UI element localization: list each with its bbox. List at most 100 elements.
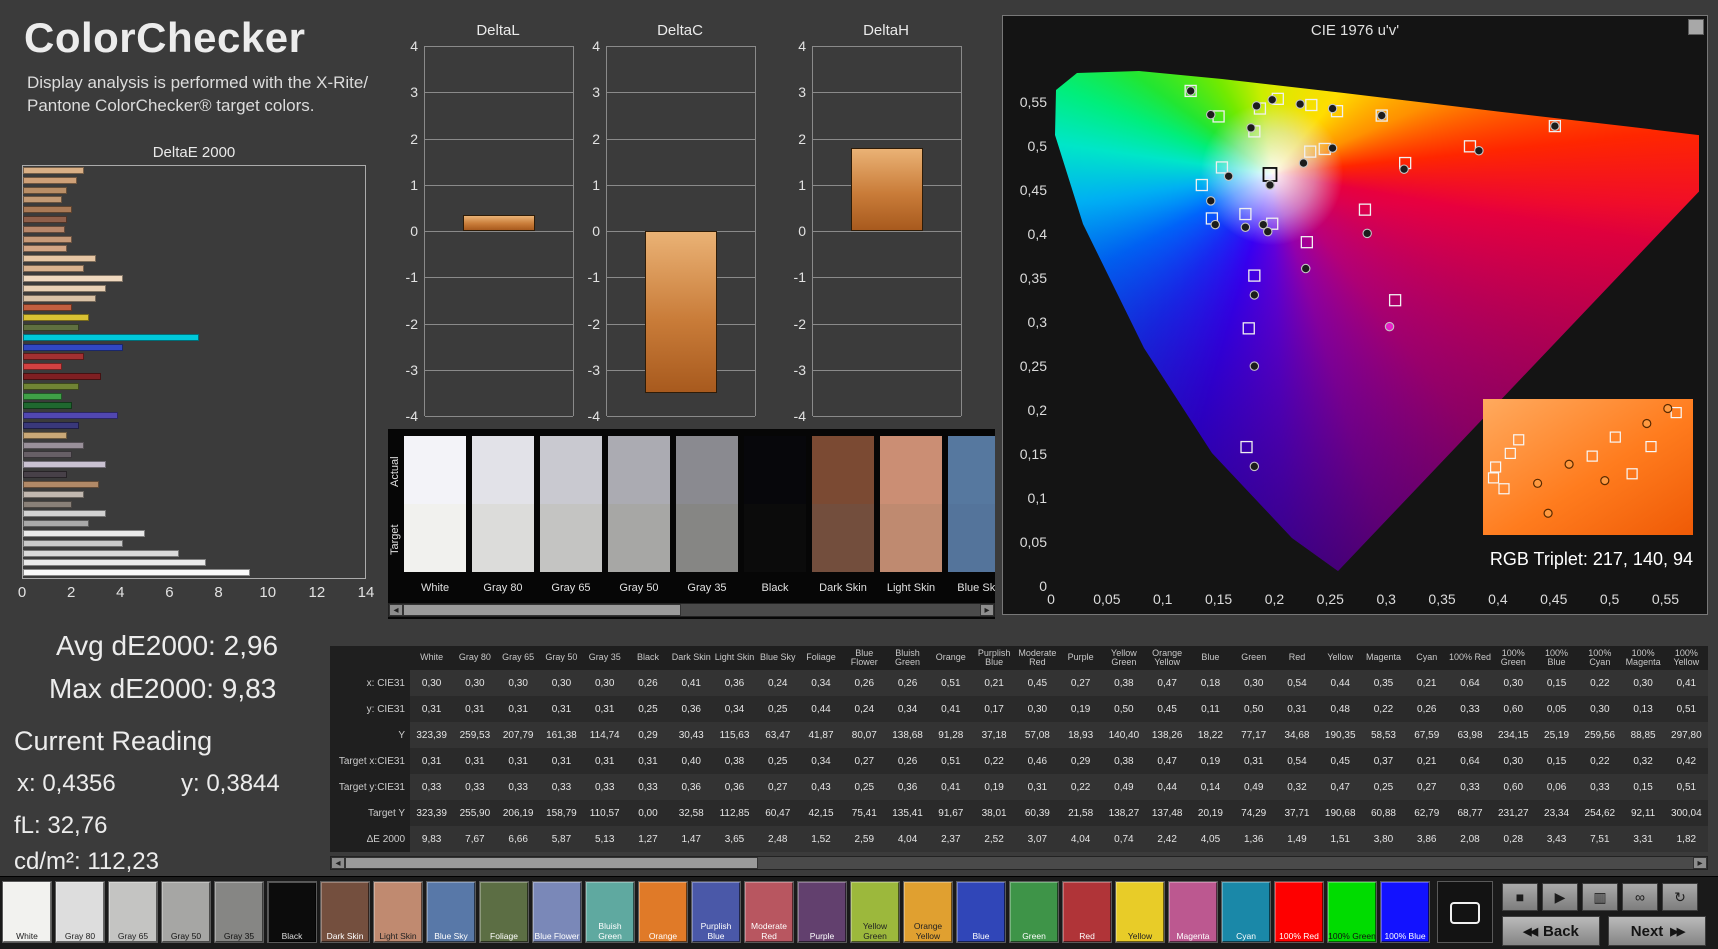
toolbar-patch-100-green[interactable]: 100% Green xyxy=(1327,881,1377,943)
toolbar-patch-gray-35[interactable]: Gray 35 xyxy=(214,881,264,943)
scroll-right-icon[interactable]: ▸ xyxy=(1693,857,1707,869)
table-cell: 3,65 xyxy=(712,826,757,852)
table-cell: 0,15 xyxy=(1534,670,1579,696)
table-cell: 0,45 xyxy=(1145,696,1189,722)
toolbar-patch-blue-sky[interactable]: Blue Sky xyxy=(426,881,476,943)
axis-tick-label: 3 xyxy=(592,84,600,101)
pattern-button[interactable]: ▥ xyxy=(1582,883,1618,911)
table-cell: 0,36 xyxy=(885,774,930,800)
table-cell: 91,67 xyxy=(929,800,973,826)
toolbar-patch-bluish-green[interactable]: Bluish Green xyxy=(585,881,635,943)
toolbar-patch-gray-50[interactable]: Gray 50 xyxy=(161,881,211,943)
target-point xyxy=(1242,322,1255,335)
column-header: Gray 65 xyxy=(496,646,540,670)
toolbar-patch-100-blue[interactable]: 100% Blue xyxy=(1380,881,1430,943)
table-cell: 0,54 xyxy=(1275,670,1319,696)
table-cell: 3,86 xyxy=(1405,826,1449,852)
toolbar-patch-red[interactable]: Red xyxy=(1062,881,1112,943)
actual-swatch xyxy=(472,436,534,504)
toolbar-patch-blue-flower[interactable]: Blue Flower xyxy=(532,881,582,943)
deltae-bar xyxy=(23,392,63,400)
table-cell: 0,31 xyxy=(410,748,454,774)
column-header: Purplish Blue xyxy=(972,646,1016,670)
swatch-label: Gray 65 xyxy=(551,582,591,594)
table-cell: 0,51 xyxy=(929,748,973,774)
toolbar-patch-moderate-red[interactable]: Moderate Red xyxy=(744,881,794,943)
refresh-button[interactable]: ↻ xyxy=(1662,883,1698,911)
target-point xyxy=(1263,168,1277,181)
toolbar-patch-gray-80[interactable]: Gray 80 xyxy=(55,881,105,943)
toolbar-patch-100-red[interactable]: 100% Red xyxy=(1274,881,1324,943)
target-point xyxy=(1358,203,1372,216)
table-cell: 2,52 xyxy=(972,826,1016,852)
target-point xyxy=(1388,294,1402,307)
stop-icon: ■ xyxy=(1515,889,1525,905)
column-header: Yellow Green xyxy=(1102,646,1146,670)
back-button[interactable]: ◀◀ Back xyxy=(1502,916,1600,946)
row-label: Y xyxy=(330,722,410,748)
toolbar-patch-label: Cyan xyxy=(1236,930,1256,941)
toolbar-patch-blue[interactable]: Blue xyxy=(956,881,1006,943)
table-cell: 25,19 xyxy=(1534,722,1579,748)
toolbar-patch-purplish-blue[interactable]: Purplish Blue xyxy=(691,881,741,943)
measured-point xyxy=(1223,171,1234,181)
table-cell: 259,56 xyxy=(1578,722,1622,748)
current-target-point xyxy=(1262,167,1278,182)
toolbar-patch-dark-skin[interactable]: Dark Skin xyxy=(320,881,370,943)
table-cell: 110,57 xyxy=(583,800,627,826)
infinity-button[interactable]: ∞ xyxy=(1622,883,1658,911)
page-subtitle: Display analysis is performed with the X… xyxy=(27,72,368,118)
toolbar-patch-yellow[interactable]: Yellow xyxy=(1115,881,1165,943)
gridline xyxy=(425,323,573,325)
deltae-bar xyxy=(23,412,119,420)
swatch-label: Light Skin xyxy=(886,582,936,594)
scroll-thumb[interactable] xyxy=(345,857,758,869)
column-header: 100% Blue xyxy=(1534,646,1579,670)
table-cell: 0,36 xyxy=(669,696,713,722)
table-cell: 18,93 xyxy=(1058,722,1103,748)
toolbar-patch-cyan[interactable]: Cyan xyxy=(1221,881,1271,943)
table-cell: 0,31 xyxy=(1015,774,1059,800)
toolbar-patch-magenta[interactable]: Magenta xyxy=(1168,881,1218,943)
toolbar-patch-purple[interactable]: Purple xyxy=(797,881,847,943)
table-cell: 0,26 xyxy=(885,670,930,696)
axis-tick-label: 0,4 xyxy=(1027,226,1047,243)
deltae-bar xyxy=(23,225,65,233)
stop-button[interactable]: ■ xyxy=(1502,883,1538,911)
table-cell: 161,38 xyxy=(539,722,584,748)
next-button[interactable]: Next ▶▶ xyxy=(1608,916,1706,946)
toolbar-patch-black[interactable]: Black xyxy=(267,881,317,943)
toolbar-patch-orange-yellow[interactable]: Orange Yellow xyxy=(903,881,953,943)
toolbar-patch-green[interactable]: Green xyxy=(1009,881,1059,943)
toolbar-patch-label: Dark Skin xyxy=(326,930,364,941)
toolbar-patch-white[interactable]: White xyxy=(2,881,52,943)
table-cell: 7,67 xyxy=(453,826,497,852)
scroll-left-icon[interactable]: ◂ xyxy=(331,857,345,869)
toolbar-patch-gray-65[interactable]: Gray 65 xyxy=(108,881,158,943)
toolbar-patch-foliage[interactable]: Foliage xyxy=(479,881,529,943)
table-cell: 0,22 xyxy=(1578,748,1622,774)
axis-tick-label: 0,55 xyxy=(1651,591,1680,607)
swatch-scrollbar[interactable]: ◂ ▸ xyxy=(388,603,995,617)
table-cell: 2,59 xyxy=(842,826,886,852)
toolbar-patch-light-skin[interactable]: Light Skin xyxy=(373,881,423,943)
deltae-bar xyxy=(23,382,80,390)
display-pattern-button[interactable] xyxy=(1437,881,1493,943)
toolbar-patch-label: 100% Blue xyxy=(1384,930,1426,941)
table-cell: 0,22 xyxy=(972,748,1016,774)
scroll-thumb[interactable] xyxy=(403,604,682,616)
play-button[interactable]: ▶ xyxy=(1542,883,1578,911)
table-scrollbar[interactable]: ◂ ▸ xyxy=(330,856,1708,870)
table-cell: 0,18 xyxy=(1188,670,1233,696)
scroll-left-icon[interactable]: ◂ xyxy=(389,604,403,616)
cie-panel: CIE 1976 u'v' RGB Triplet: 217, 140, 94 … xyxy=(1002,15,1708,615)
toolbar-patch-yellow-green[interactable]: Yellow Green xyxy=(850,881,900,943)
table-cell: 9,83 xyxy=(410,826,454,852)
column-header: Black xyxy=(626,646,670,670)
panel-corner-button[interactable] xyxy=(1688,19,1704,35)
toolbar-patch-orange[interactable]: Orange xyxy=(638,881,688,943)
column-header: Light Skin xyxy=(712,646,757,670)
table-cell: 0,33 xyxy=(539,774,584,800)
axis-tick-label: -1 xyxy=(793,269,806,286)
scroll-right-icon[interactable]: ▸ xyxy=(980,604,994,616)
